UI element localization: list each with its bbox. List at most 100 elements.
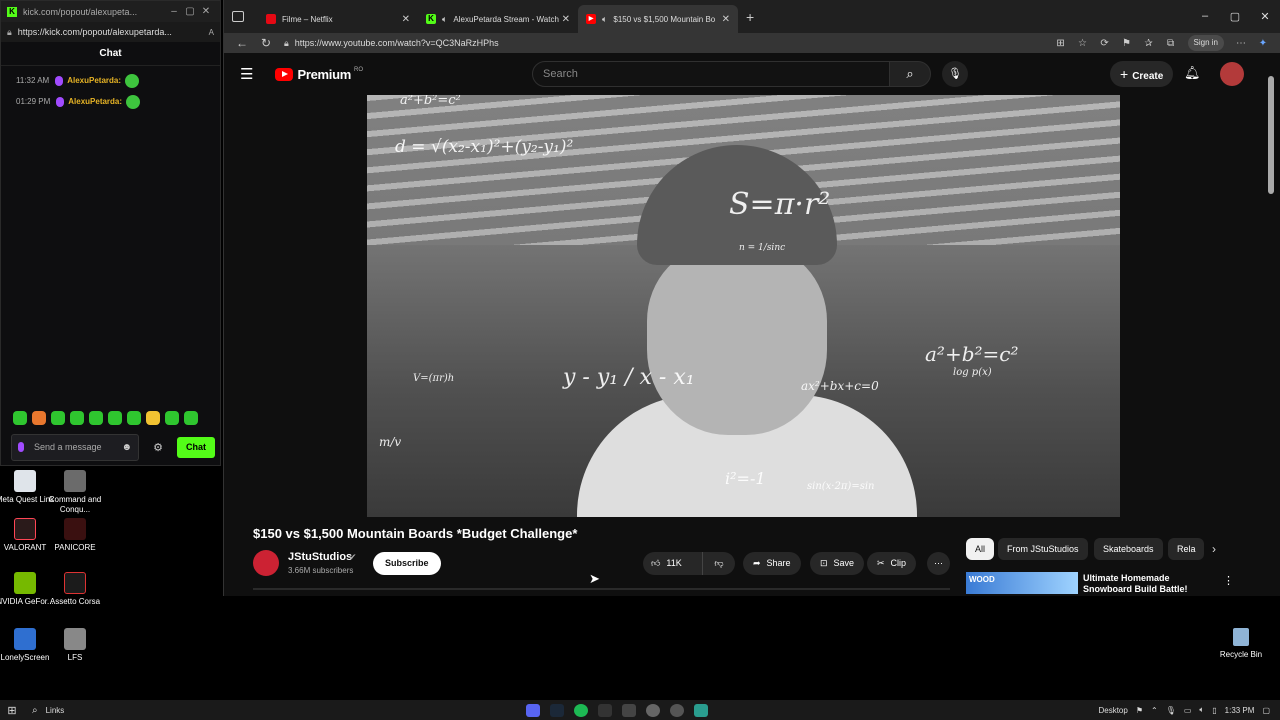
app-icon[interactable] bbox=[646, 704, 660, 717]
recommended-thumbnail[interactable]: WOOD bbox=[966, 572, 1078, 594]
refresh-icon[interactable]: ↻ bbox=[254, 36, 278, 50]
subscribe-button[interactable]: Subscribe bbox=[373, 552, 441, 575]
channel-name[interactable]: JStuStudios bbox=[288, 551, 352, 563]
desktop-icon-assetto-corsa[interactable]: Assetto Corsa bbox=[45, 572, 105, 607]
emote-icon[interactable] bbox=[89, 411, 103, 425]
channel-avatar[interactable] bbox=[253, 550, 279, 576]
tab-netflix[interactable]: Filme – Netflix ✕ bbox=[258, 5, 418, 33]
chip-from-channel[interactable]: From JStuStudios bbox=[998, 538, 1088, 560]
emote-icon[interactable] bbox=[108, 411, 122, 425]
save-button[interactable]: ⊡ Save bbox=[810, 552, 865, 575]
emote-icon[interactable] bbox=[127, 411, 141, 425]
tab-kick-stream[interactable]: K 🔈︎ AlexuPetarda Stream - Watch ✕ bbox=[418, 5, 578, 33]
network-icon[interactable]: ▭ bbox=[1184, 706, 1192, 715]
collections-icon[interactable]: ⧉ bbox=[1160, 38, 1182, 49]
chip-related[interactable]: Rela bbox=[1168, 538, 1204, 560]
lock-icon[interactable]: 🔒︎ bbox=[284, 38, 289, 49]
kick-urlbar[interactable]: 🔒︎ https://kick.com/popout/alexupetarda.… bbox=[1, 22, 220, 42]
new-tab-plus-icon[interactable]: + bbox=[746, 9, 754, 25]
maximize-icon[interactable]: ▢ bbox=[1220, 10, 1250, 23]
back-arrow-icon[interactable]: ← bbox=[230, 36, 254, 50]
chip-all[interactable]: All bbox=[966, 538, 995, 560]
emoji-picker-icon[interactable]: ☻ bbox=[121, 442, 132, 453]
kick-url[interactable]: https://kick.com/popout/alexupetarda... bbox=[18, 27, 209, 37]
volume-icon[interactable]: 🔈︎ bbox=[1199, 705, 1204, 715]
emote-icon[interactable] bbox=[165, 411, 179, 425]
clock[interactable]: 1:33 PM bbox=[1225, 706, 1255, 715]
search-icon[interactable]: ⌕ bbox=[889, 61, 931, 87]
chat-settings-gear-icon[interactable]: ⚙ bbox=[149, 441, 167, 454]
emote-icon[interactable] bbox=[51, 411, 65, 425]
minimize-icon[interactable]: – bbox=[166, 6, 182, 17]
extension-icon[interactable]: ⟳ bbox=[1094, 38, 1116, 49]
chevron-right-icon[interactable]: › bbox=[1212, 542, 1216, 556]
tab-actions-icon[interactable] bbox=[232, 11, 244, 22]
close-icon[interactable]: ✕ bbox=[198, 6, 214, 17]
close-icon[interactable]: ✕ bbox=[1250, 10, 1280, 23]
emote-icon[interactable] bbox=[13, 411, 27, 425]
chat-send-button[interactable]: Chat bbox=[177, 436, 215, 458]
emote-icon[interactable] bbox=[146, 411, 160, 425]
notification-icon[interactable]: ▢ bbox=[1262, 706, 1270, 715]
desktop-icon-panicore[interactable]: PANICORE bbox=[45, 518, 105, 553]
sign-in-button[interactable]: Sign in bbox=[1187, 35, 1224, 51]
tab-close-icon[interactable]: ✕ bbox=[562, 14, 570, 25]
desktop-icon-lfs[interactable]: LFS bbox=[45, 628, 105, 663]
tab-close-icon[interactable]: ✕ bbox=[722, 14, 730, 25]
steam-icon[interactable] bbox=[550, 704, 564, 717]
create-button[interactable]: + Create bbox=[1110, 61, 1174, 87]
battery-icon[interactable]: ▯ bbox=[1212, 706, 1216, 715]
edge-browser-icon[interactable] bbox=[694, 704, 708, 717]
app-icon[interactable] bbox=[622, 704, 636, 717]
more-actions-icon[interactable]: ⋯ bbox=[927, 552, 950, 575]
chat-username[interactable]: AlexuPetarda: bbox=[67, 76, 121, 85]
desktop-icon-recycle-bin[interactable]: Recycle Bin bbox=[1218, 628, 1264, 659]
microphone-icon[interactable]: 🎙︎ bbox=[942, 61, 968, 87]
search-input[interactable]: Search bbox=[532, 61, 890, 87]
address-bar-url[interactable]: https://www.youtube.com/watch?v=QC3NaRzH… bbox=[295, 38, 1050, 48]
read-aloud-icon[interactable]: A bbox=[209, 28, 214, 37]
notifications-bell-icon[interactable]: 🔔︎ bbox=[1184, 65, 1201, 81]
desktop-toolbar[interactable]: Desktop bbox=[1098, 706, 1127, 715]
minimize-icon[interactable]: – bbox=[1190, 10, 1220, 23]
hamburger-menu-icon[interactable]: ☰ bbox=[240, 65, 253, 83]
taskbar-search[interactable]: ⌕ Links bbox=[32, 705, 64, 716]
scrollbar[interactable] bbox=[1268, 76, 1274, 194]
share-button[interactable]: ➦ Share bbox=[743, 552, 801, 575]
avatar[interactable] bbox=[1220, 62, 1244, 86]
speaker-icon[interactable]: 🔈︎ bbox=[442, 14, 447, 25]
copilot-icon[interactable]: ✦ bbox=[1252, 38, 1274, 49]
app-available-icon[interactable]: ⊞ bbox=[1050, 38, 1072, 49]
chat-message-input[interactable]: Send a message ☻ bbox=[11, 433, 139, 461]
maximize-icon[interactable]: ▢ bbox=[182, 6, 198, 17]
desktop-icon-command-and-conquer[interactable]: Command and Conqu... bbox=[45, 470, 105, 515]
clip-button[interactable]: ✂ Clip bbox=[867, 552, 917, 575]
like-button[interactable]: 👍︎ 11K bbox=[643, 552, 703, 575]
tab-close-icon[interactable]: ✕ bbox=[402, 14, 410, 25]
kebab-menu-icon[interactable]: ⋮ bbox=[1223, 574, 1234, 587]
favorites-icon[interactable]: ✰ bbox=[1138, 38, 1160, 49]
dislike-button[interactable]: 👎︎ bbox=[703, 552, 735, 575]
chevron-up-icon[interactable]: ⌃ bbox=[1151, 706, 1158, 715]
chip-skateboards[interactable]: Skateboards bbox=[1094, 538, 1163, 560]
speaker-icon[interactable]: 🔈︎ bbox=[602, 14, 607, 25]
more-options-icon[interactable]: ⋯ bbox=[1230, 38, 1252, 49]
video-player[interactable]: a²+b²=c² d = √(x₂-x₁)²+(y₂-y₁)² S=π·r² n… bbox=[367, 95, 1120, 517]
recommended-title[interactable]: Ultimate Homemade Snowboard Build Battle… bbox=[1083, 573, 1203, 595]
start-windows-icon[interactable]: ⊞ bbox=[0, 704, 24, 717]
tab-youtube[interactable]: ▶ 🔈︎ $150 vs $1,500 Mountain Bo ✕ bbox=[578, 5, 738, 33]
emote-icon[interactable] bbox=[184, 411, 198, 425]
discord-icon[interactable] bbox=[526, 704, 540, 717]
extension-icon[interactable]: ⚑ bbox=[1116, 38, 1138, 49]
tray-app-icon[interactable]: ⚑ bbox=[1136, 706, 1143, 715]
favorite-star-icon[interactable]: ☆ bbox=[1072, 38, 1094, 49]
app-icon[interactable] bbox=[598, 704, 612, 717]
youtube-logo[interactable]: Premium RO bbox=[275, 67, 363, 82]
app-icon[interactable] bbox=[670, 704, 684, 717]
emote-icon[interactable] bbox=[70, 411, 84, 425]
microphone-icon[interactable]: 🎙︎ bbox=[1166, 706, 1176, 715]
chat-username[interactable]: AlexuPetarda: bbox=[68, 97, 122, 106]
spotify-icon[interactable] bbox=[574, 704, 588, 717]
youtube-header: ☰ Premium RO Search ⌕ 🎙︎ + Create 🔔︎ bbox=[224, 53, 1280, 95]
emote-icon[interactable] bbox=[32, 411, 46, 425]
